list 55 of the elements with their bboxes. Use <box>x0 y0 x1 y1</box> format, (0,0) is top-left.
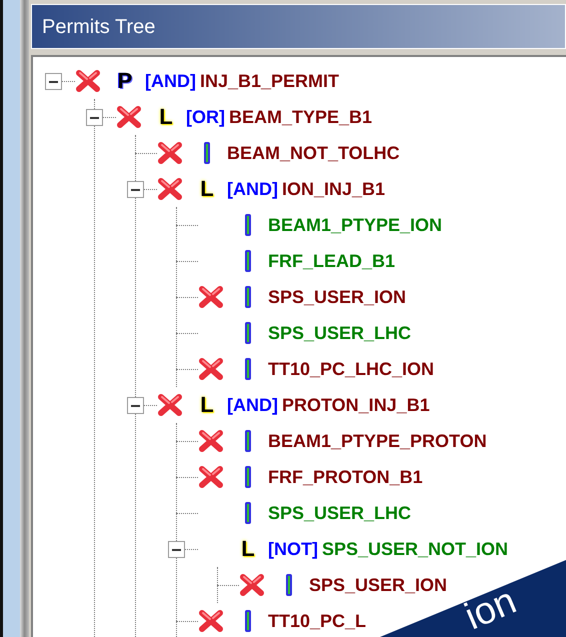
error-cross-icon <box>75 69 101 93</box>
node-type-letter: L <box>241 538 255 560</box>
error-cross-icon <box>198 429 224 453</box>
node-type-letter: L <box>200 178 214 200</box>
node-label[interactable]: SPS_USER_LHC <box>268 500 412 526</box>
node-label[interactable]: SPS_USER_ION <box>309 572 448 598</box>
input-bar-icon <box>245 610 251 632</box>
operator-label: [NOT] <box>268 538 318 561</box>
operator-label: [OR] <box>186 106 225 129</box>
input-bar-icon <box>286 574 292 596</box>
node-type-letter: L <box>159 106 173 128</box>
collapse-toggle[interactable] <box>45 73 62 90</box>
node-label[interactable]: BEAM1_PTYPE_PROTON <box>268 428 487 454</box>
error-cross-icon <box>198 465 224 489</box>
node-label[interactable]: BEAM1_PTYPE_ION <box>268 212 442 238</box>
collapse-toggle[interactable] <box>168 541 185 558</box>
input-bar-icon <box>245 430 251 452</box>
input-bar-icon <box>245 214 251 236</box>
error-cross-icon <box>198 285 224 309</box>
input-bar-icon <box>245 250 251 272</box>
input-bar-icon <box>245 286 251 308</box>
input-bar-icon <box>245 466 251 488</box>
input-bar-icon <box>204 142 210 164</box>
operator-label: [AND] <box>227 178 278 201</box>
node-label[interactable]: BEAM_TYPE_B1 <box>229 104 372 130</box>
panel-title: Permits Tree <box>31 4 566 49</box>
error-cross-icon <box>116 105 142 129</box>
error-cross-icon <box>198 609 224 633</box>
node-label[interactable]: FRF_LEAD_B1 <box>268 248 396 274</box>
node-label[interactable]: INJ_B1_PERMIT <box>200 68 340 94</box>
operator-label: [AND] <box>227 394 278 417</box>
input-bar-icon <box>245 358 251 380</box>
node-label[interactable]: TT10_PC_L <box>268 608 366 634</box>
input-bar-icon <box>245 502 251 524</box>
collapse-toggle[interactable] <box>86 109 103 126</box>
node-label[interactable]: FRF_PROTON_B1 <box>268 464 423 490</box>
node-label[interactable]: SPS_USER_LHC <box>268 320 412 346</box>
banner-text: ion <box>459 580 522 637</box>
node-type-letter: L <box>200 394 214 416</box>
node-type-letter: P <box>118 70 132 92</box>
node-label[interactable]: ION_INJ_B1 <box>282 176 386 202</box>
collapse-toggle[interactable] <box>127 181 144 198</box>
error-cross-icon <box>157 393 183 417</box>
error-cross-icon <box>239 573 265 597</box>
operator-label: [AND] <box>145 70 196 93</box>
error-cross-icon <box>198 357 224 381</box>
collapse-toggle[interactable] <box>127 397 144 414</box>
node-label[interactable]: SPS_USER_NOT_ION <box>322 536 508 562</box>
node-label[interactable]: BEAM_NOT_TOLHC <box>227 140 400 166</box>
error-cross-icon <box>157 177 183 201</box>
node-label[interactable]: PROTON_INJ_B1 <box>282 392 430 418</box>
node-label[interactable]: TT10_PC_LHC_ION <box>268 356 434 382</box>
node-label[interactable]: SPS_USER_ION <box>268 284 406 310</box>
input-bar-icon <box>245 322 251 344</box>
error-cross-icon <box>157 141 183 165</box>
